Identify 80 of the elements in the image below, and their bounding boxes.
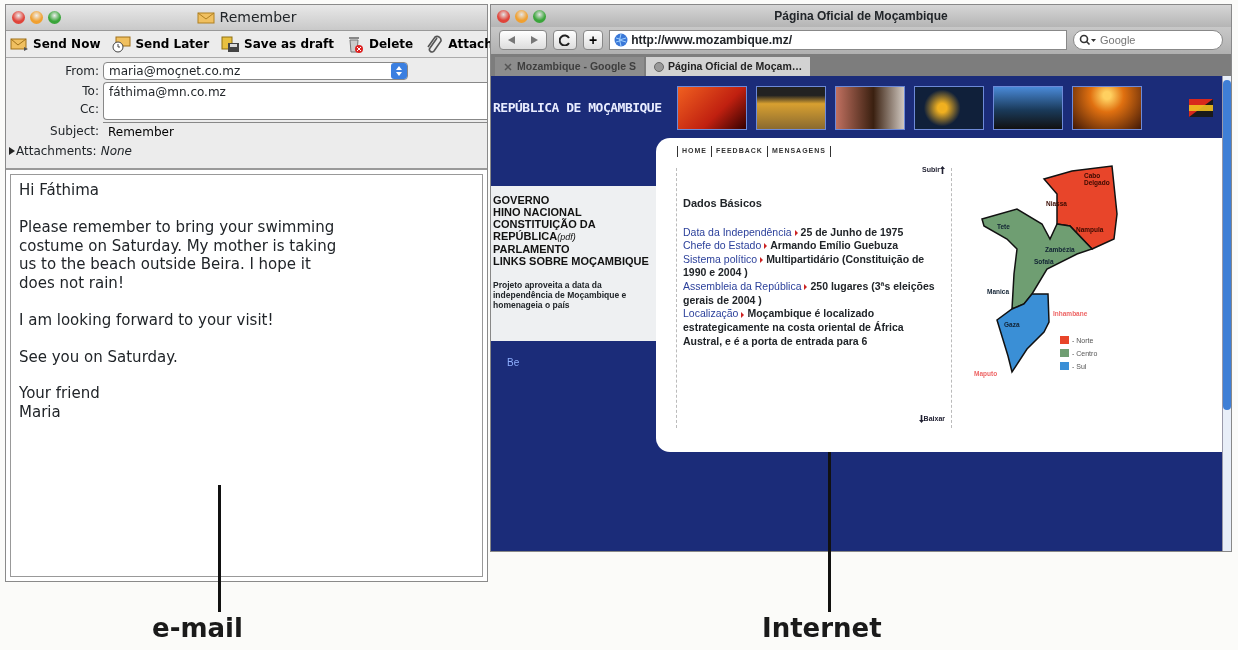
page-icon: [654, 61, 664, 72]
menu-link[interactable]: PARLAMENTO: [493, 243, 652, 256]
fact-link[interactable]: Data da Independência: [683, 225, 792, 238]
message-body[interactable]: [10, 174, 483, 577]
recipient-address: fáthima@mn.co.mz: [109, 84, 226, 101]
menu-link[interactable]: LINKS SOBRE MOÇAMBIQUE: [493, 255, 652, 268]
address-field[interactable]: http://www.mozambique.mz/: [609, 30, 1067, 50]
field-label: Cc:: [78, 101, 100, 118]
reload-button[interactable]: [553, 30, 577, 50]
search-field[interactable]: Google: [1073, 30, 1223, 50]
globe-icon: [614, 33, 629, 47]
menu-link[interactable]: CONSTITUIÇÃO DA REPÚBLICA(pdf): [493, 218, 652, 244]
toolbar-button[interactable]: Save as draft: [221, 35, 334, 53]
sender-select[interactable]: maria@moçnet.co.mz: [103, 62, 408, 80]
photo-placeholder: [993, 86, 1063, 130]
disclosure-triangle-icon[interactable]: [8, 146, 16, 156]
browser-tab[interactable]: Página Oficial de Moçam…: [646, 57, 811, 76]
caption: e-mail: [152, 615, 243, 641]
field-label: From:: [64, 63, 100, 80]
sidebar-link[interactable]: Be: [507, 354, 656, 370]
flag-icon: [1189, 99, 1213, 117]
toolbar-button[interactable]: Delete: [345, 35, 414, 53]
close-button[interactable]: [497, 9, 510, 23]
news-text: Projeto aproveita a data da independência de Moçambique e homenageia o país: [493, 281, 628, 311]
folder-disk-icon: [221, 35, 241, 53]
photo-placeholder: [914, 86, 984, 130]
arrows-icon: [508, 35, 538, 45]
fact-link[interactable]: Chefe do Estado: [683, 239, 762, 252]
message-paragraph: Hi Fáthima: [19, 181, 101, 200]
envelope-icon: [196, 11, 215, 24]
attachments-value: None: [100, 143, 132, 160]
fact-link[interactable]: Assembleia da República: [683, 280, 802, 293]
window-title: Remember: [219, 8, 297, 27]
add-bookmark-button[interactable]: +: [583, 30, 604, 50]
fact-text: Assembleia da República 250 lugares (3ªs eleições gerais de 2004 ): [683, 280, 936, 308]
fact-link[interactable]: Sistema político: [683, 252, 758, 265]
zoom-button[interactable]: [48, 11, 61, 24]
minimize-button[interactable]: [515, 9, 528, 23]
zoom-button[interactable]: [533, 9, 546, 23]
field-label: To:: [81, 83, 100, 100]
paperclip-icon: [425, 35, 445, 53]
message-paragraph: Please remember to bring your swimming costume on Saturday. My mother is taking us to the beach outside Beira. I hope it does not rain!: [19, 217, 338, 293]
site-title: REPÚBLICA DE MOÇAMBIQUE: [493, 99, 663, 118]
section-heading: Dados Básicos: [683, 196, 763, 211]
field-label: Subject:: [49, 123, 100, 140]
close-icon: [503, 61, 513, 72]
fact-text: Chefe do Estado Armando Emílio Guebuza: [683, 239, 899, 253]
back-forward-button[interactable]: [499, 30, 547, 50]
photo-placeholder: [1072, 86, 1142, 130]
down-arrow-icon: [918, 414, 924, 423]
fact-text: Localização Moçambique é localizado estrategicamente na costa oriental de África Austral, e é a porta de entrada para 6: [683, 307, 905, 349]
envelope-clock-icon: [112, 35, 132, 53]
menu-link[interactable]: GOVERNO: [493, 194, 652, 207]
message-paragraph: Your friend Maria: [19, 384, 101, 422]
address-text: http://www.mozambique.mz/: [631, 32, 793, 49]
caption: Internet: [762, 615, 882, 641]
toolbar-button[interactable]: Send Now: [10, 35, 101, 53]
search-icon: [1079, 34, 1097, 46]
envelope-icon: [10, 35, 29, 53]
close-button[interactable]: [12, 11, 25, 24]
fact-text: Sistema político Multipartidário (Constituição de 1990 e 2004 ): [683, 252, 926, 281]
photo-placeholder: [677, 86, 747, 130]
recipient-field[interactable]: fáthima@mn.co.mz: [103, 82, 487, 120]
photo-placeholder: [835, 86, 905, 130]
select-value: maria@moçnet.co.mz: [109, 63, 241, 80]
reload-icon: [559, 34, 571, 46]
message-paragraph: I am looking forward to your visit!: [19, 310, 275, 330]
message-paragraph: See you on Saturday.: [19, 347, 179, 367]
stepper-icon: [391, 63, 407, 79]
menu-link[interactable]: HINO NACIONAL: [493, 206, 652, 219]
window-title: Página Oficial de Moçambique: [774, 8, 948, 25]
up-arrow-icon: [940, 165, 945, 174]
fact-text: Data da Independência 25 de Junho de 1975: [683, 225, 905, 240]
field-label: Attachments:: [16, 143, 98, 160]
toolbar-button[interactable]: Send Later: [112, 35, 210, 53]
photo-placeholder: [756, 86, 826, 130]
minimize-button[interactable]: [30, 11, 43, 24]
fact-link[interactable]: Localização: [683, 307, 739, 320]
subject-field[interactable]: Remember: [103, 122, 487, 140]
scrollbar-thumb[interactable]: [1223, 80, 1231, 410]
